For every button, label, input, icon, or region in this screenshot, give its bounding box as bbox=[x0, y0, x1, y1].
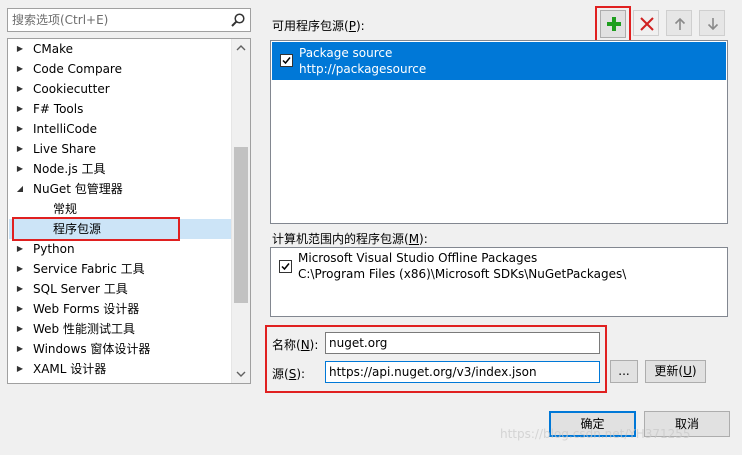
watermark-text: https://blog.csdn.net/YH371255 bbox=[500, 427, 691, 441]
machine-source-name: Microsoft Visual Studio Offline Packages bbox=[298, 251, 538, 265]
tree-scrollbar[interactable] bbox=[231, 39, 250, 383]
search-input[interactable] bbox=[12, 12, 222, 28]
tree-item[interactable]: ▶ IntelliCode bbox=[9, 119, 231, 139]
name-input[interactable] bbox=[325, 332, 600, 354]
collapsed-arrow-icon[interactable]: ▶ bbox=[14, 259, 26, 279]
collapsed-arrow-icon[interactable]: ▶ bbox=[14, 299, 26, 319]
tree-item-label: Web Forms 设计器 bbox=[33, 302, 140, 316]
collapsed-arrow-icon[interactable]: ▶ bbox=[14, 339, 26, 359]
scroll-up-icon[interactable] bbox=[232, 39, 250, 57]
tree-item[interactable]: ▶ Windows 窗体设计器 bbox=[9, 339, 231, 359]
tree-item-label: CMake bbox=[33, 42, 73, 56]
tree-item-label: NuGet 包管理器 bbox=[33, 182, 123, 196]
source-name: Package source bbox=[299, 46, 393, 60]
collapsed-arrow-icon[interactable]: ▶ bbox=[14, 59, 26, 79]
tree-item-label: Windows 窗体设计器 bbox=[33, 342, 151, 356]
machine-source-checkbox[interactable] bbox=[279, 260, 292, 273]
tree-item[interactable]: 常规 bbox=[9, 199, 231, 219]
tree-item-label: 常规 bbox=[53, 202, 78, 216]
tree-item[interactable]: ▶ Python bbox=[9, 239, 231, 259]
source-url: http://packagesource bbox=[299, 62, 427, 76]
tree-item-label: Service Fabric 工具 bbox=[33, 262, 145, 276]
available-sources-list: Package source http://packagesource bbox=[270, 40, 728, 224]
tree-item[interactable]: 程序包源 bbox=[9, 219, 231, 239]
collapsed-arrow-icon[interactable]: ▶ bbox=[14, 119, 26, 139]
x-icon bbox=[640, 17, 654, 31]
tree-item-label: Python bbox=[33, 242, 75, 256]
tree-item[interactable]: ◢ NuGet 包管理器 bbox=[9, 179, 231, 199]
plus-icon bbox=[607, 17, 621, 31]
checkmark-icon bbox=[281, 263, 290, 271]
tree-item-label: Live Share bbox=[33, 142, 96, 156]
tree-item[interactable]: ▶ Web 性能测试工具 bbox=[9, 319, 231, 339]
scroll-thumb[interactable] bbox=[234, 147, 248, 303]
arrow-up-icon bbox=[674, 17, 686, 30]
arrow-down-icon bbox=[707, 18, 719, 31]
tree-item-label: SQL Server 工具 bbox=[33, 282, 128, 296]
tree-item-label: Code Compare bbox=[33, 62, 122, 76]
source-input[interactable] bbox=[325, 361, 600, 383]
collapsed-arrow-icon[interactable]: ▶ bbox=[14, 239, 26, 259]
name-field-label: 名称(N): bbox=[272, 338, 319, 352]
tree-item-label: Node.js 工具 bbox=[33, 162, 106, 176]
tree-item[interactable]: ▶ Live Share bbox=[9, 139, 231, 159]
machine-sources-label: 计算机范围内的程序包源(M): bbox=[272, 232, 428, 246]
checkmark-icon bbox=[282, 57, 291, 65]
tree-item-label: F# Tools bbox=[33, 102, 84, 116]
collapsed-arrow-icon[interactable]: ▶ bbox=[14, 319, 26, 339]
tree-item[interactable]: ▶ CMake bbox=[9, 39, 231, 59]
available-sources-label: 可用程序包源(P): bbox=[272, 19, 365, 33]
move-up-button[interactable] bbox=[666, 10, 692, 36]
machine-source-path: C:\Program Files (x86)\Microsoft SDKs\Nu… bbox=[298, 267, 627, 281]
source-field-label: 源(S): bbox=[272, 367, 306, 381]
collapsed-arrow-icon[interactable]: ▶ bbox=[14, 39, 26, 59]
scroll-down-icon[interactable] bbox=[232, 365, 250, 383]
source-enabled-checkbox[interactable] bbox=[280, 54, 293, 67]
expanded-arrow-icon[interactable]: ◢ bbox=[14, 179, 26, 199]
add-source-button[interactable] bbox=[600, 10, 626, 38]
collapsed-arrow-icon[interactable]: ▶ bbox=[14, 359, 26, 379]
collapsed-arrow-icon[interactable]: ▶ bbox=[14, 99, 26, 119]
options-tree: ▶ CMake ▶ Code Compare ▶ Cookiecutter ▶ F# Tool… bbox=[7, 38, 251, 384]
collapsed-arrow-icon[interactable]: ▶ bbox=[14, 279, 26, 299]
tree-item[interactable]: ▶ SQL Server 工具 bbox=[9, 279, 231, 299]
tree-item[interactable]: ▶ F# Tools bbox=[9, 99, 231, 119]
search-box[interactable] bbox=[7, 8, 251, 32]
source-list-item[interactable]: Package source http://packagesource bbox=[272, 42, 726, 80]
tree-item[interactable]: ▶ Service Fabric 工具 bbox=[9, 259, 231, 279]
search-icon[interactable] bbox=[230, 12, 246, 28]
tree-item-label: Web 性能测试工具 bbox=[33, 322, 135, 336]
collapsed-arrow-icon[interactable]: ▶ bbox=[14, 139, 26, 159]
tree-item-label: IntelliCode bbox=[33, 122, 97, 136]
machine-sources-list: Microsoft Visual Studio Offline Packages… bbox=[270, 247, 728, 317]
tree-item-label: 程序包源 bbox=[53, 222, 102, 236]
update-button[interactable]: 更新(U) bbox=[645, 360, 706, 383]
browse-button[interactable]: ... bbox=[610, 360, 638, 383]
tree-item[interactable]: ▶ Web Forms 设计器 bbox=[9, 299, 231, 319]
tree-item[interactable]: ▶ Code Compare bbox=[9, 59, 231, 79]
remove-source-button[interactable] bbox=[633, 10, 659, 36]
tree-item[interactable]: ▶ Cookiecutter bbox=[9, 79, 231, 99]
tree-item-label: Cookiecutter bbox=[33, 82, 110, 96]
move-down-button[interactable] bbox=[699, 10, 725, 36]
collapsed-arrow-icon[interactable]: ▶ bbox=[14, 79, 26, 99]
tree-item[interactable]: ▶ Node.js 工具 bbox=[9, 159, 231, 179]
tree-item[interactable]: ▶ XAML 设计器 bbox=[9, 359, 231, 379]
tree-item-label: XAML 设计器 bbox=[33, 362, 107, 376]
collapsed-arrow-icon[interactable]: ▶ bbox=[14, 159, 26, 179]
